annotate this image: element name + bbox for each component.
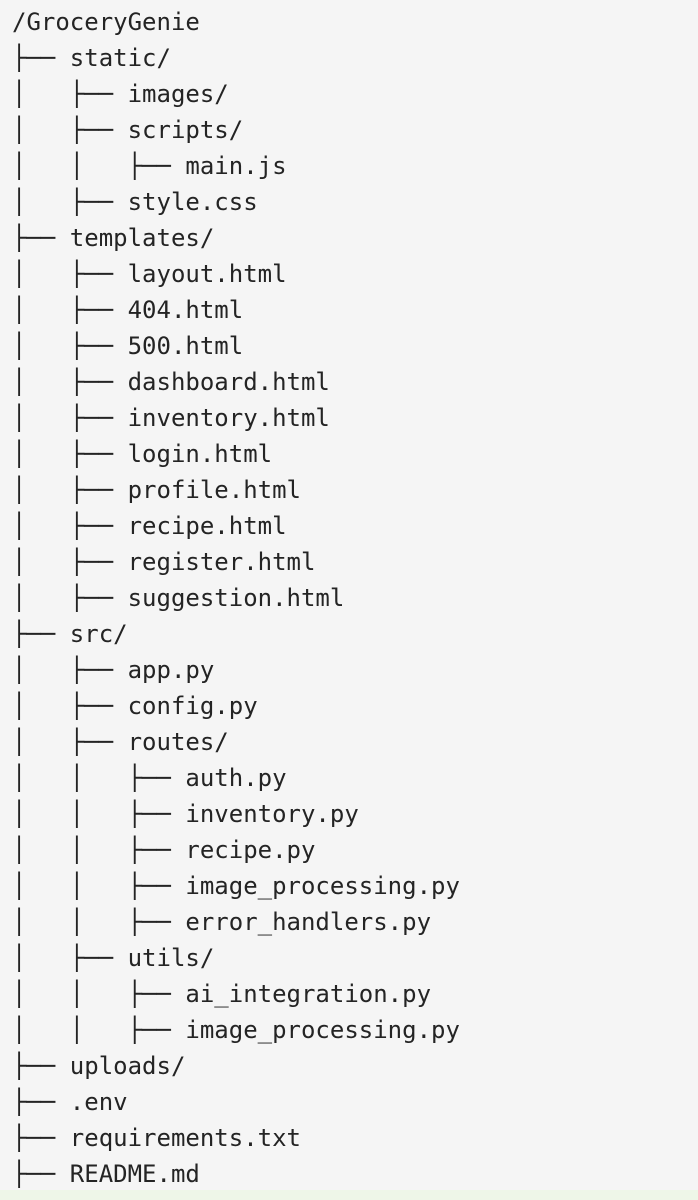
tree-entry: │ ├── login.html	[12, 440, 273, 468]
tree-entry: │ ├── register.html	[12, 548, 316, 576]
tree-entry: ├── requirements.txt	[12, 1124, 301, 1152]
tree-entry: ├── .env	[12, 1088, 128, 1116]
tree-entry: │ │ ├── error_handlers.py	[12, 908, 432, 936]
tree-entry: │ │ ├── image_processing.py	[12, 1016, 460, 1044]
tree-entry: │ ├── scripts/	[12, 116, 244, 144]
tree-entry: │ ├── profile.html	[12, 476, 301, 504]
tree-entry: ├── templates/	[12, 224, 215, 252]
tree-entry: │ ├── routes/	[12, 728, 229, 756]
tree-entry: ├── uploads/	[12, 1052, 186, 1080]
tree-entry: │ ├── config.py	[12, 692, 258, 720]
tree-entry: ├── README.md	[12, 1160, 200, 1188]
tree-entry: │ ├── app.py	[12, 656, 215, 684]
tree-entry: ├── static/	[12, 44, 171, 72]
tree-entry: │ │ ├── auth.py	[12, 764, 287, 792]
tree-entry: ├── src/	[12, 620, 128, 648]
tree-entry: │ ├── layout.html	[12, 260, 287, 288]
tree-entry: │ ├── style.css	[12, 188, 258, 216]
tree-entry: │ ├── inventory.html	[12, 404, 330, 432]
tree-entry: │ ├── recipe.html	[12, 512, 287, 540]
tree-entry: │ ├── dashboard.html	[12, 368, 330, 396]
tree-root: /GroceryGenie	[12, 8, 200, 36]
tree-entry: │ ├── utils/	[12, 944, 215, 972]
tree-entry: │ ├── 404.html	[12, 296, 244, 324]
tree-entry: │ │ ├── ai_integration.py	[12, 980, 432, 1008]
tree-entry: │ │ ├── inventory.py	[12, 800, 359, 828]
tree-entry: │ ├── suggestion.html	[12, 584, 345, 612]
bottom-highlight-strip	[0, 1190, 698, 1200]
tree-entry: │ │ ├── recipe.py	[12, 836, 316, 864]
directory-tree-codeblock: /GroceryGenie ├── static/ │ ├── images/ │ ├…	[0, 0, 698, 1190]
tree-entry: │ │ ├── main.js	[12, 152, 287, 180]
tree-entry: │ ├── 500.html	[12, 332, 244, 360]
tree-entry: │ ├── images/	[12, 80, 229, 108]
tree-entry: │ │ ├── image_processing.py	[12, 872, 460, 900]
